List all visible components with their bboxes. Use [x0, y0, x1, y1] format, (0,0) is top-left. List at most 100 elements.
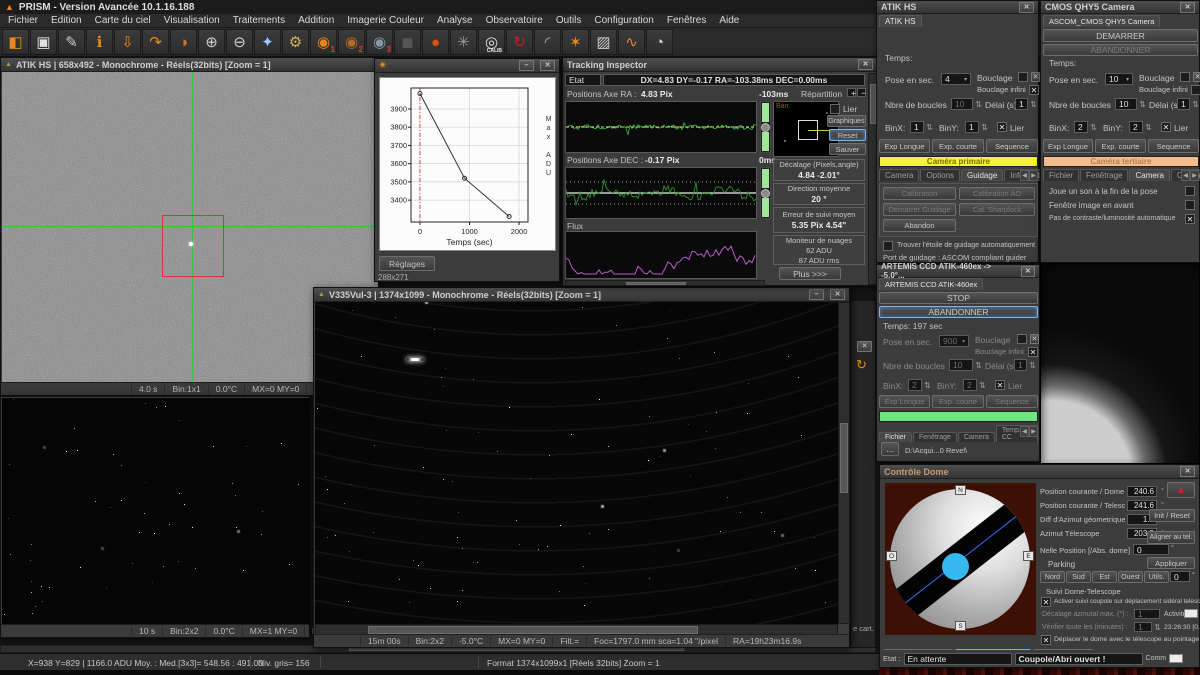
nbre-field[interactable]: 10: [951, 98, 973, 110]
star-preview-icon[interactable]: ✦: [254, 29, 281, 55]
artemis-panel-titlebar[interactable]: ARTEMIS CCD ATIK-460ex -> -5.0°... ✕: [877, 265, 1039, 278]
tabs-scroll-left-icon[interactable]: ◀: [1020, 426, 1029, 437]
biny-field[interactable]: 2: [963, 379, 977, 391]
galaxy-icon[interactable]: ✳: [450, 29, 477, 55]
camera-1-icon[interactable]: ◉1: [310, 29, 337, 55]
bouclage-infini-checkbox[interactable]: ✕: [1029, 85, 1039, 95]
dome-titlebar[interactable]: Contrôle Dome ✕: [880, 465, 1199, 479]
lier-checkbox[interactable]: [830, 104, 840, 114]
camera-3-icon[interactable]: ◉3: [366, 29, 393, 55]
tab-artemis[interactable]: ARTEMIS CCD ATIK-460ex: [879, 278, 983, 290]
zoom-out-icon[interactable]: ⊖: [226, 29, 253, 55]
reglages-button[interactable]: Réglages: [379, 256, 435, 271]
zoom-plus-button[interactable]: +: [847, 88, 856, 97]
stop-loop-icon[interactable]: ✕: [1031, 72, 1040, 82]
panel-tab[interactable]: Camera: [958, 432, 995, 442]
bouclage-checkbox[interactable]: [1017, 334, 1027, 344]
trouver-etoile-checkbox[interactable]: [883, 241, 893, 251]
info-icon[interactable]: ℹ: [86, 29, 113, 55]
verifier-field[interactable]: 1: [1134, 622, 1152, 632]
reset-button[interactable]: Reset: [829, 129, 866, 141]
close-icon[interactable]: ✕: [857, 341, 872, 352]
parking-azimuth-field[interactable]: 0: [1170, 571, 1190, 582]
dark-frame-icon[interactable]: ◼: [394, 29, 421, 55]
exp-courte-button[interactable]: Exp. courte: [932, 139, 984, 153]
lier-checkbox[interactable]: ✕: [997, 122, 1007, 132]
edit-image-icon[interactable]: ✎: [58, 29, 85, 55]
sauver-button[interactable]: Sauver: [829, 143, 866, 155]
v335-vertical-scrollbar[interactable]: [838, 302, 850, 624]
demarrer-button[interactable]: DEMARRER: [1043, 29, 1198, 42]
nbre-field[interactable]: 10: [949, 359, 973, 371]
close-icon[interactable]: ✕: [858, 59, 873, 70]
close-icon[interactable]: ✕: [1180, 2, 1195, 13]
panel-tab[interactable]: Fichier: [879, 432, 912, 442]
redo-arrow-icon[interactable]: ↷: [142, 29, 169, 55]
sequence-button[interactable]: Sequence: [986, 139, 1038, 153]
tab-ascom-qhy5[interactable]: ASCOM_CMOS QHY5 Camera: [1043, 15, 1160, 27]
activer-suivi-checkbox[interactable]: ✕: [1041, 597, 1051, 607]
menu-item[interactable]: Configuration: [594, 15, 653, 26]
v335-image-view[interactable]: [315, 302, 838, 624]
menu-item[interactable]: Traitements: [233, 15, 285, 26]
delai-spinner[interactable]: ⇅: [1029, 100, 1038, 109]
nbre-spinner[interactable]: ⇅: [1138, 100, 1147, 109]
tabs-scroll-left-icon[interactable]: ◀: [1181, 170, 1190, 181]
delai-field[interactable]: 1: [1177, 98, 1190, 110]
half-sphere-icon[interactable]: ◑: [170, 29, 197, 55]
save-icon[interactable]: ▣: [30, 29, 57, 55]
arc-icon[interactable]: ◜: [534, 29, 561, 55]
stop-button[interactable]: STOP: [879, 292, 1038, 304]
decalage-azimutal-field[interactable]: 1: [1134, 609, 1160, 619]
pose-combobox[interactable]: 4▾: [941, 73, 971, 85]
binx-spinner[interactable]: ⇅: [1089, 123, 1098, 132]
exp-longue-button[interactable]: Exp Longue: [879, 139, 930, 153]
menu-item[interactable]: Addition: [298, 15, 334, 26]
parking-direction-button[interactable]: Utils.: [1144, 571, 1169, 583]
flame-icon[interactable]: ✶: [562, 29, 589, 55]
zoom-minus-button[interactable]: −: [857, 88, 866, 97]
calibration-button[interactable]: Calibration: [883, 187, 956, 200]
panel-tab[interactable]: Fenêtrage: [913, 432, 957, 442]
menu-item[interactable]: Aide: [719, 15, 739, 26]
panel-tab[interactable]: Fenêtrage: [1080, 169, 1128, 181]
menu-item[interactable]: Outils: [556, 15, 582, 26]
delai-field[interactable]: 1: [1015, 98, 1028, 110]
calibration-ao-button[interactable]: Calibration AO: [959, 187, 1035, 200]
deplacer-dome-checkbox[interactable]: ✕: [1041, 635, 1051, 645]
browse-path-button[interactable]: ...: [881, 442, 899, 456]
position-value[interactable]: 240.6: [1127, 486, 1157, 497]
disk-icon[interactable]: ◔: [646, 29, 673, 55]
exp-courte-button[interactable]: Exp. courte: [932, 395, 984, 408]
binx-field[interactable]: 2: [908, 379, 922, 391]
atik-panel-titlebar[interactable]: ATIK HS ✕: [877, 1, 1038, 14]
sequence-button[interactable]: Sequence: [1148, 139, 1199, 153]
wave-icon[interactable]: ∿: [618, 29, 645, 55]
binx-field[interactable]: 2: [1074, 121, 1088, 133]
v335-titlebar[interactable]: ▲ V335Vul-3 | 1374x1099 - Monochrome - R…: [314, 288, 849, 302]
close-icon[interactable]: ✕: [1021, 266, 1035, 277]
tabs-scroll-left-icon[interactable]: ◀: [1020, 170, 1029, 181]
parking-direction-button[interactable]: Nord: [1040, 571, 1065, 583]
bouclage-checkbox[interactable]: [1018, 72, 1028, 82]
fenetre-avant-checkbox[interactable]: [1185, 200, 1195, 210]
nbre-spinner[interactable]: ⇅: [974, 100, 983, 109]
menu-item[interactable]: Observatoire: [486, 15, 543, 26]
panel-tab[interactable]: Options: [920, 169, 960, 181]
minimize-button[interactable]: –: [809, 289, 824, 300]
dec-gauge-slider[interactable]: [760, 167, 771, 219]
calib-icon[interactable]: ◎CALIB: [478, 29, 505, 55]
binx-spinner[interactable]: ⇅: [925, 123, 934, 132]
panel-tab[interactable]: Camera: [1129, 169, 1169, 181]
sequence-button[interactable]: Sequence: [986, 395, 1038, 408]
stop-loop-icon[interactable]: ✕: [1193, 72, 1200, 82]
tracking-titlebar[interactable]: Tracking Inspector ✕: [563, 58, 877, 72]
menu-item[interactable]: Fichier: [8, 15, 38, 26]
biny-spinner[interactable]: ⇅: [978, 381, 987, 390]
close-icon[interactable]: ✕: [1019, 2, 1034, 13]
aligner-button[interactable]: Aligner au tel.: [1147, 531, 1195, 544]
biny-spinner[interactable]: ⇅: [980, 123, 989, 132]
panel-tab[interactable]: Guidage: [961, 169, 1003, 181]
lier-checkbox[interactable]: ✕: [995, 380, 1005, 390]
plus-button[interactable]: Plus >>>: [779, 267, 841, 280]
